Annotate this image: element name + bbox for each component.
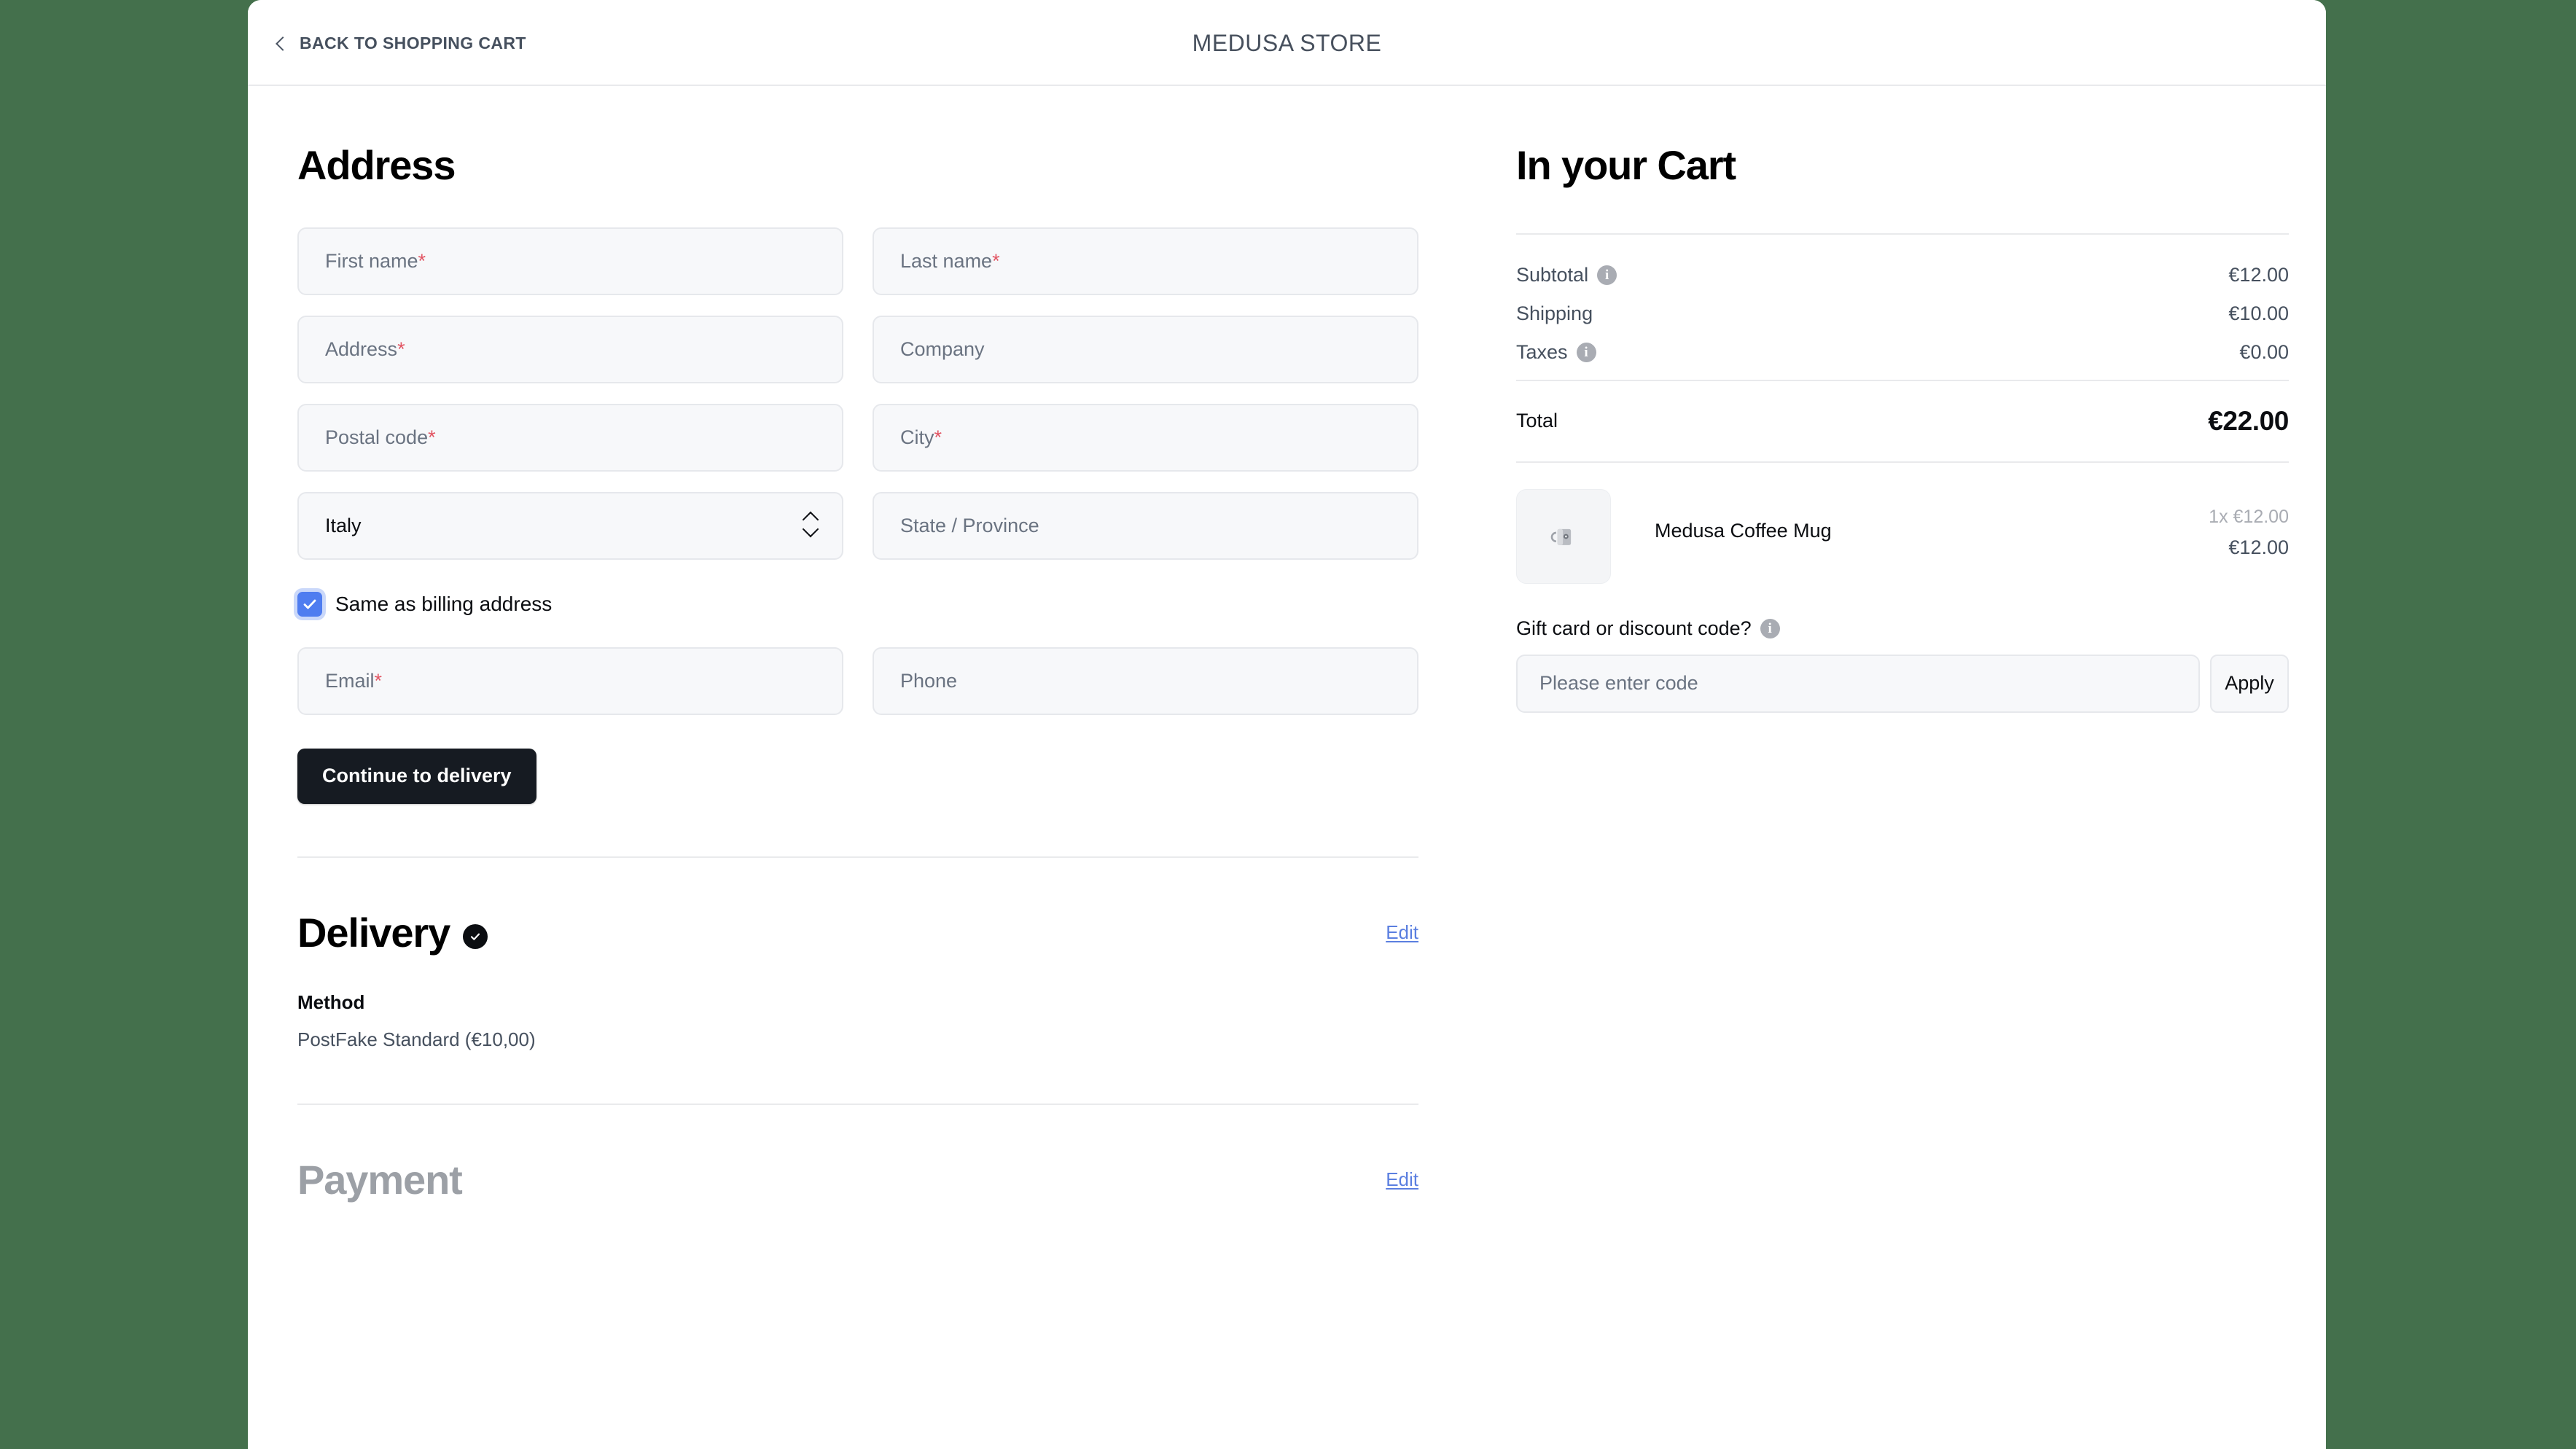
cart-item-name: Medusa Coffee Mug (1655, 519, 1832, 542)
summary-row-taxes: Taxes i €0.00 (1516, 341, 2289, 364)
city-field[interactable]: City* (873, 403, 1418, 472)
last-name-placeholder: Last name* (900, 249, 1000, 272)
top-navigation-bar: BACK TO SHOPPING CART MEDUSA STORE (248, 0, 2326, 86)
cart-item-unit-price: 1x €12.00 (2209, 506, 2289, 527)
company-placeholder: Company (900, 337, 985, 360)
cart-heading: In your Cart (1516, 142, 1736, 188)
cart-totals-list: Subtotal i €12.00 Shipping €10.00 Taxes … (1516, 235, 2289, 364)
total-label: Total (1516, 410, 1558, 432)
continue-to-delivery-button[interactable]: Continue to delivery (297, 748, 536, 804)
discount-code-input[interactable]: Please enter code (1516, 654, 2200, 713)
taxes-label: Taxes (1516, 340, 1568, 363)
subtotal-value: €12.00 (2228, 263, 2289, 286)
info-icon-subtotal[interactable]: i (1597, 265, 1617, 285)
address-field[interactable]: Address* (297, 315, 843, 383)
chevron-left-icon (274, 36, 287, 50)
taxes-label-group: Taxes i (1516, 341, 1596, 364)
delivery-method-label: Method (297, 991, 365, 1014)
address-placeholder: Address* (325, 337, 405, 360)
chevron-up-down-icon (801, 512, 820, 539)
checkout-content: Address First name* Last name* Address* … (248, 86, 2326, 1203)
checkout-forms-column: Address First name* Last name* Address* … (248, 143, 1487, 1203)
back-link-label: BACK TO SHOPPING CART (300, 33, 526, 52)
coffee-mug-thumbnail (1516, 488, 1611, 584)
contact-form-grid: Email* Phone (297, 647, 1418, 715)
payment-heading: Payment (297, 1157, 463, 1203)
payment-section: Payment Edit (297, 1105, 1458, 1203)
cart-summary-column: In your Cart Subtotal i €12.00 Shipping … (1487, 143, 2289, 1203)
first-name-field[interactable]: First name* (297, 227, 843, 295)
cart-item-price-group: 1x €12.00 €12.00 (2209, 489, 2289, 559)
postal-code-placeholder: Postal code* (325, 426, 436, 448)
email-placeholder: Email* (325, 669, 383, 692)
taxes-value: €0.00 (2239, 340, 2289, 363)
summary-row-subtotal: Subtotal i €12.00 (1516, 264, 2289, 286)
cart-item-line-total: €12.00 (2228, 536, 2289, 558)
delivery-title-row: Delivery Edit (297, 910, 1418, 956)
country-select[interactable]: Italy (297, 491, 843, 560)
last-name-field[interactable]: Last name* (873, 227, 1418, 295)
delivery-section: Delivery Edit Method PostFake Standard (… (297, 858, 1458, 1106)
apply-discount-button[interactable]: Apply (2210, 654, 2289, 713)
delivery-heading-group: Delivery (297, 910, 488, 956)
address-heading: Address (297, 142, 456, 188)
back-to-shopping-cart-link[interactable]: BACK TO SHOPPING CART (257, 0, 544, 86)
city-placeholder: City* (900, 426, 942, 448)
delivery-heading: Delivery (297, 909, 450, 956)
email-field[interactable]: Email* (297, 647, 843, 715)
info-icon-taxes[interactable]: i (1576, 342, 1596, 362)
discount-code-label-group: Gift card or discount code? i (1516, 584, 2289, 640)
delivery-method-value: PostFake Standard (€10,00) (297, 1028, 536, 1051)
state-province-placeholder: State / Province (900, 514, 1039, 536)
same-as-billing-checkbox-row[interactable]: Same as billing address (297, 591, 553, 617)
postal-code-field[interactable]: Postal code* (297, 403, 843, 472)
cart-total-row: Total €22.00 (1516, 381, 2289, 437)
shipping-value: €10.00 (2228, 302, 2289, 324)
address-form-grid: First name* Last name* Address* Company … (297, 227, 1418, 560)
discount-code-label: Gift card or discount code? (1516, 617, 1752, 639)
checkout-page: BACK TO SHOPPING CART MEDUSA STORE Addre… (248, 0, 2326, 1449)
phone-field[interactable]: Phone (873, 647, 1418, 715)
shipping-label-group: Shipping (1516, 302, 1593, 325)
first-name-placeholder: First name* (325, 249, 426, 272)
state-province-field[interactable]: State / Province (873, 491, 1418, 560)
phone-placeholder: Phone (900, 669, 958, 692)
checkbox-checked-icon[interactable] (297, 591, 322, 617)
total-value: €22.00 (2208, 405, 2289, 436)
country-select-value: Italy (325, 514, 362, 536)
payment-title-row: Payment Edit (297, 1157, 1418, 1203)
subtotal-label: Subtotal (1516, 263, 1589, 286)
summary-row-shipping: Shipping €10.00 (1516, 302, 2289, 325)
info-icon-discount[interactable]: i (1760, 618, 1780, 638)
delivery-method-block: Method PostFake Standard (€10,00) (297, 991, 1458, 1051)
same-as-billing-label: Same as billing address (335, 592, 553, 615)
discount-code-row: Please enter code Apply (1516, 654, 2289, 713)
shipping-label: Shipping (1516, 302, 1593, 324)
payment-edit-link[interactable]: Edit (1386, 1168, 1418, 1191)
check-circle-icon (463, 924, 488, 950)
store-title: MEDUSA STORE (1192, 29, 1382, 56)
subtotal-label-group: Subtotal i (1516, 264, 1617, 286)
cart-line-item: Medusa Coffee Mug 1x €12.00 €12.00 (1516, 463, 2289, 584)
delivery-edit-link[interactable]: Edit (1386, 921, 1418, 944)
company-field[interactable]: Company (873, 315, 1418, 383)
discount-code-placeholder: Please enter code (1539, 672, 1698, 695)
